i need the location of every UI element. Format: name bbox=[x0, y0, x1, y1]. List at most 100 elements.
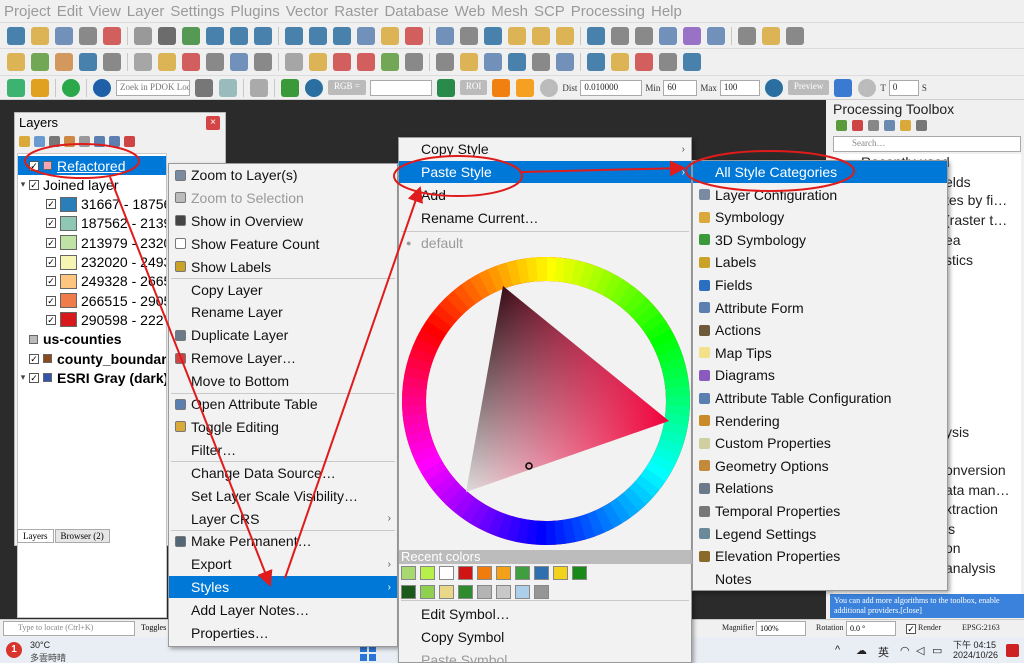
locator-icon[interactable] bbox=[7, 78, 25, 97]
menu-layer[interactable]: Layer bbox=[126, 3, 170, 20]
rgb-select[interactable] bbox=[369, 79, 432, 96]
hue-segment[interactable] bbox=[402, 384, 427, 397]
hue-segment[interactable] bbox=[416, 452, 443, 473]
recent-color-swatch[interactable] bbox=[401, 585, 416, 599]
toolbar-tool-icon[interactable] bbox=[381, 26, 399, 45]
toolbar-tool-icon[interactable] bbox=[762, 26, 780, 45]
hue-segment[interactable] bbox=[665, 385, 690, 398]
hue-segment[interactable] bbox=[412, 336, 439, 357]
hue-segment[interactable] bbox=[516, 258, 531, 284]
hue-segment[interactable] bbox=[649, 329, 676, 350]
hue-segment[interactable] bbox=[477, 506, 498, 533]
toolbar-tool-icon[interactable] bbox=[285, 53, 303, 71]
toolbar-tool-icon[interactable] bbox=[103, 26, 121, 45]
menu-scp[interactable]: SCP bbox=[533, 3, 570, 20]
hue-segment[interactable] bbox=[412, 444, 439, 465]
hue-segment[interactable] bbox=[649, 453, 676, 475]
pan-icon[interactable] bbox=[436, 78, 455, 97]
band-set-icon[interactable] bbox=[281, 78, 299, 97]
recent-color-swatch[interactable] bbox=[496, 585, 511, 599]
toolbar-tool-icon[interactable] bbox=[381, 53, 399, 71]
toolbar-tool-icon[interactable] bbox=[134, 53, 152, 71]
hue-segment[interactable] bbox=[408, 436, 435, 455]
hue-segment[interactable] bbox=[608, 498, 631, 524]
toolbar-tool-icon[interactable] bbox=[532, 26, 550, 45]
hue-segment[interactable] bbox=[468, 502, 490, 529]
toolbar-tool-icon[interactable] bbox=[460, 26, 478, 45]
toolbar-tool-icon[interactable] bbox=[333, 53, 351, 71]
hue-segment[interactable] bbox=[562, 258, 578, 284]
hue-segment[interactable] bbox=[496, 262, 515, 289]
toolbar-tool-icon[interactable] bbox=[79, 26, 97, 45]
hue-segment[interactable] bbox=[402, 412, 428, 427]
hue-segment[interactable] bbox=[432, 303, 458, 328]
layers-tab-1[interactable]: Browser (2) bbox=[54, 529, 110, 543]
hue-segment[interactable] bbox=[653, 337, 680, 358]
layer-tree-item[interactable]: ✓ 31667 - 18756 bbox=[46, 195, 166, 214]
recent-color-swatch[interactable] bbox=[477, 566, 492, 580]
roi-button[interactable]: ROI bbox=[459, 80, 488, 95]
processing-provider-item[interactable]: ata man… bbox=[945, 482, 1010, 498]
menu-view[interactable]: View bbox=[88, 3, 126, 20]
hue-segment[interactable] bbox=[656, 437, 683, 457]
hue-segment[interactable] bbox=[640, 312, 667, 335]
context-menu-item[interactable]: Show Labels bbox=[169, 256, 397, 278]
toolbar-tool-icon[interactable] bbox=[357, 26, 375, 45]
toolbar-tool-icon[interactable] bbox=[285, 26, 303, 45]
shield-icon[interactable] bbox=[250, 78, 268, 97]
cloud-icon[interactable]: ☁ bbox=[856, 644, 867, 657]
toolbar-tool-icon[interactable] bbox=[7, 26, 25, 45]
expand-arrow-icon[interactable]: ▾ bbox=[18, 372, 28, 383]
hue-segment[interactable] bbox=[405, 428, 432, 446]
recent-color-swatch[interactable] bbox=[439, 585, 454, 599]
context-menu-item[interactable]: Export › bbox=[169, 553, 397, 575]
hue-segment[interactable] bbox=[634, 474, 660, 499]
default-style-item[interactable]: ● default bbox=[399, 232, 691, 254]
scp-icon[interactable] bbox=[31, 78, 49, 97]
hue-segment[interactable] bbox=[553, 519, 567, 545]
style-category-item[interactable]: Geometry Options bbox=[693, 455, 947, 477]
hue-segment[interactable] bbox=[561, 518, 576, 544]
hue-segment[interactable] bbox=[639, 468, 666, 491]
style-category-item[interactable]: Rendering bbox=[693, 410, 947, 432]
style-category-item[interactable]: Layer Configuration bbox=[693, 184, 947, 206]
layer-visibility-checkbox[interactable]: ✓ bbox=[46, 237, 56, 248]
hue-segment[interactable] bbox=[586, 265, 606, 292]
toolbar-tool-icon[interactable] bbox=[134, 26, 152, 45]
menu-mesh[interactable]: Mesh bbox=[490, 3, 533, 20]
layer-tree-item[interactable]: us-counties bbox=[18, 330, 166, 349]
menu-processing[interactable]: Processing bbox=[570, 3, 650, 20]
processing-providers-note[interactable]: You can add more algorithms to the toolb… bbox=[830, 594, 1024, 618]
toolbar-tool-icon[interactable] bbox=[587, 26, 605, 45]
toolbar-tool-icon[interactable] bbox=[7, 53, 25, 71]
toolbar-tool-icon[interactable] bbox=[508, 26, 526, 45]
wifi-icon[interactable]: ◠ bbox=[900, 644, 910, 657]
context-menu-item[interactable]: Add Layer Notes… bbox=[169, 599, 397, 621]
style-category-item[interactable]: Legend Settings bbox=[693, 523, 947, 545]
weather-alert-icon[interactable]: 1 bbox=[6, 642, 22, 658]
recent-color-swatch[interactable] bbox=[572, 566, 587, 580]
weather-description[interactable]: 多雲時晴 bbox=[30, 651, 66, 663]
context-menu-item[interactable]: Layer CRS › bbox=[169, 508, 397, 530]
scripts-icon[interactable] bbox=[852, 120, 863, 131]
style-category-item[interactable]: All Style Categories bbox=[693, 161, 947, 183]
toolbar-tool-icon[interactable] bbox=[436, 26, 454, 45]
hue-segment[interactable] bbox=[420, 459, 447, 482]
toolbar-tool-icon[interactable] bbox=[79, 53, 97, 71]
hue-segment[interactable] bbox=[431, 473, 457, 498]
hue-segment[interactable] bbox=[403, 420, 430, 436]
style-category-item[interactable]: Fields bbox=[693, 274, 947, 296]
menu-settings[interactable]: Settings bbox=[169, 3, 229, 20]
toolbar-tool-icon[interactable] bbox=[556, 53, 574, 71]
zoom-icon[interactable] bbox=[195, 78, 213, 97]
hue-segment[interactable] bbox=[402, 374, 429, 389]
context-menu-item[interactable]: Show in Overview bbox=[169, 210, 397, 232]
style-category-item[interactable]: Actions bbox=[693, 319, 947, 341]
toolbar-tool-icon[interactable] bbox=[484, 53, 502, 71]
models-icon[interactable] bbox=[836, 120, 847, 131]
menu-vector[interactable]: Vector bbox=[285, 3, 334, 20]
recent-color-swatch[interactable] bbox=[496, 566, 511, 580]
roi-plus-icon[interactable] bbox=[516, 78, 535, 97]
add-group-icon[interactable] bbox=[34, 136, 45, 147]
hue-segment[interactable] bbox=[660, 356, 687, 374]
